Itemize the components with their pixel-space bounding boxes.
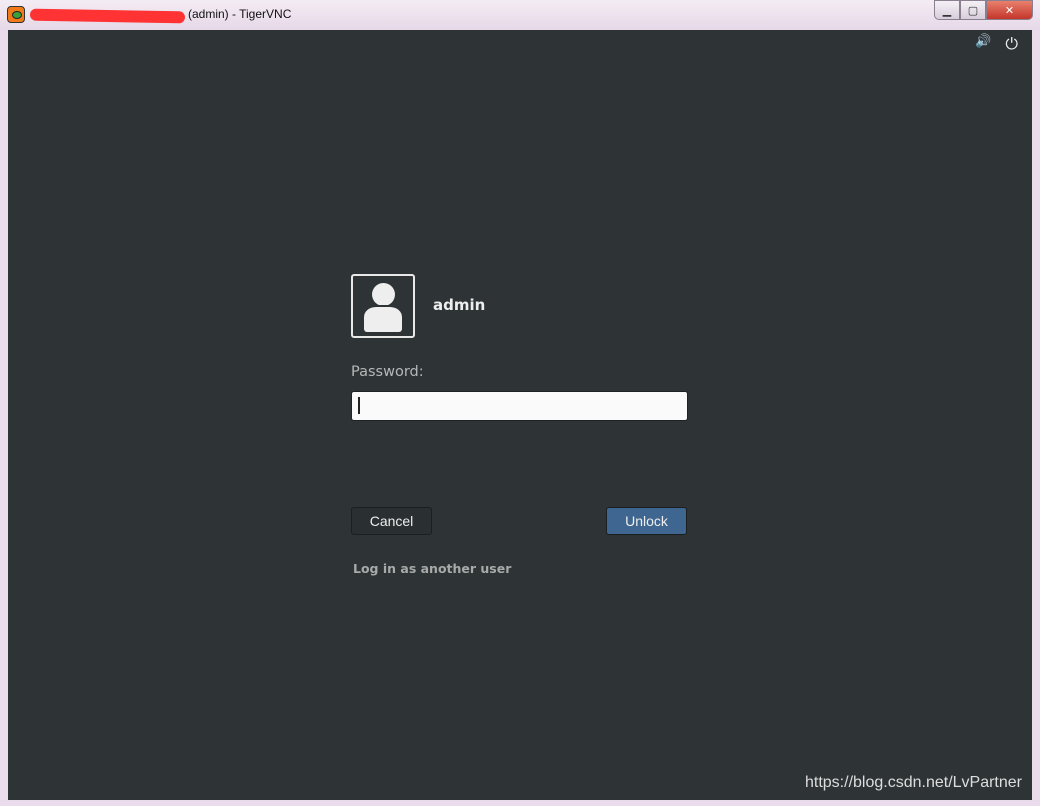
close-icon: ✕ — [1004, 3, 1015, 17]
cancel-button[interactable]: Cancel — [351, 507, 432, 535]
power-icon[interactable]: ⏻ — [1005, 34, 1018, 54]
watermark: https://blog.csdn.net/LvPartner — [804, 774, 1022, 791]
minimize-button[interactable]: ▁ — [934, 0, 960, 20]
window-titlebar: (admin) - TigerVNC ▁ ▢ ✕ — [0, 0, 1040, 30]
username: admin — [433, 296, 486, 314]
password-input[interactable] — [351, 391, 688, 421]
redaction-mark — [29, 8, 186, 24]
close-button[interactable]: ✕ — [986, 0, 1033, 20]
tigervnc-app-icon — [7, 6, 25, 23]
user-icon-body — [364, 305, 402, 332]
avatar — [351, 274, 415, 338]
minimize-icon: ▁ — [942, 3, 952, 17]
user-icon — [372, 283, 395, 306]
volume-icon[interactable]: 🔊 — [975, 34, 991, 54]
vnc-screen[interactable]: 🔊 ⏻ admin Password: Cancel Unlock Log in… — [8, 30, 1032, 800]
window-title: (admin) - TigerVNC — [188, 7, 292, 21]
maximize-icon: ▢ — [967, 3, 979, 17]
text-caret — [358, 397, 360, 414]
password-label: Password: — [351, 364, 424, 380]
unlock-button[interactable]: Unlock — [606, 507, 687, 535]
log-in-as-another-user-link[interactable]: Log in as another user — [353, 561, 511, 576]
maximize-button[interactable]: ▢ — [960, 0, 986, 20]
